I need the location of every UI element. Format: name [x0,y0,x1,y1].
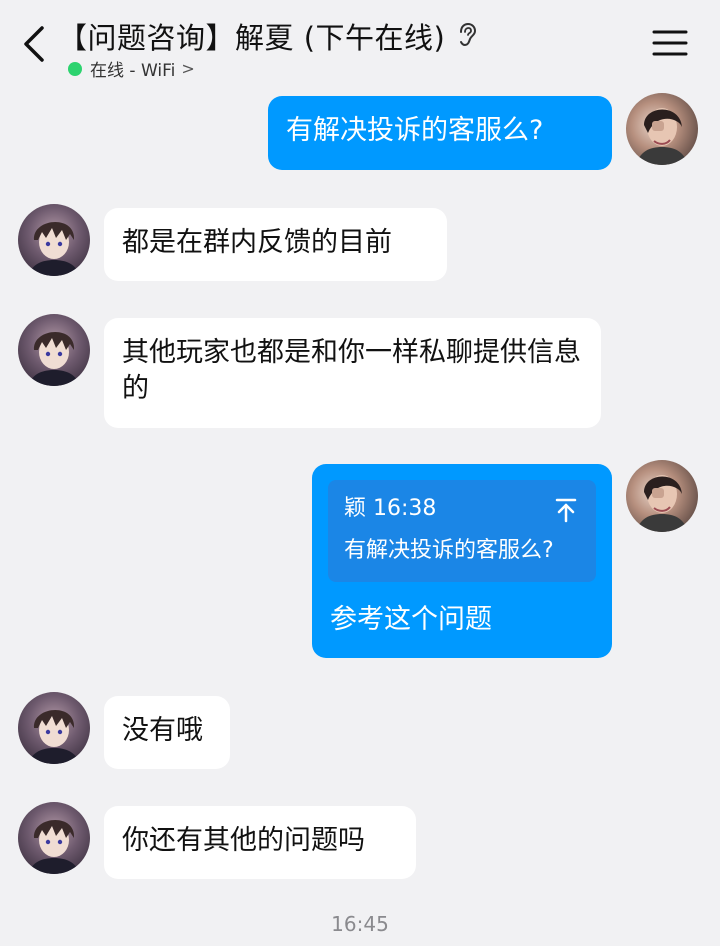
message-text: 都是在群内反馈的目前 [122,227,392,258]
title-row[interactable]: 【问题咨询】解夏 (下午在线) [58,14,479,58]
agent-avatar-image [28,221,80,276]
agent-avatar[interactable] [18,692,90,764]
message-bubble-outgoing[interactable]: 有解决投诉的客服么? [268,96,612,170]
message-text: 没有哦 [122,715,203,746]
user-avatar-image [636,108,688,165]
message-text: 有解决投诉的客服么? [286,115,544,146]
user-avatar[interactable] [626,460,698,532]
agent-avatar-image [28,331,80,386]
quoted-author: 颖 [344,496,367,521]
menu-button[interactable] [648,26,692,60]
presence-status[interactable]: 在线 - WiFi > [68,56,195,81]
jump-to-message-icon[interactable] [552,496,580,524]
chat-header: 【问题咨询】解夏 (下午在线) 在线 - WiFi > [0,0,720,90]
quoted-message-header: 颖 16:38 [344,494,436,524]
chat-title[interactable]: 【问题咨询】解夏 (下午在线) [58,15,445,57]
agent-avatar[interactable] [18,314,90,386]
ear-icon[interactable] [455,21,479,51]
chevron-left-icon[interactable] [16,22,56,66]
message-bubble-incoming[interactable]: 你还有其他的问题吗 [104,806,416,879]
agent-avatar[interactable] [18,204,90,276]
message-text: 你还有其他的问题吗 [122,825,365,856]
message-bubble-incoming[interactable]: 其他玩家也都是和你一样私聊提供信息的 [104,318,601,428]
message-text: 其他玩家也都是和你一样私聊提供信息的 [122,337,581,404]
online-status-dot [68,61,82,76]
status-text: 在线 - WiFi [90,61,176,81]
user-avatar[interactable] [626,93,698,165]
user-avatar-image [636,475,688,532]
agent-avatar-image [28,709,80,764]
message-bubble-incoming[interactable]: 都是在群内反馈的目前 [104,208,447,281]
back-button[interactable] [16,22,56,66]
agent-avatar-image [28,819,80,874]
status-chevron: > [181,59,195,78]
message-timestamp: 16:45 [331,912,389,936]
chat-screen: 【问题咨询】解夏 (下午在线) 在线 - WiFi > 有解决投诉的客服么? 都… [0,0,720,946]
hamburger-menu-icon[interactable] [648,26,692,60]
quoted-message[interactable]: 颖 16:38 有解决投诉的客服么? [328,480,596,582]
message-text: 参考这个问题 [330,604,492,635]
quoted-time: 16:38 [373,496,437,521]
quoted-text: 有解决投诉的客服么? [344,538,554,563]
message-bubble-incoming[interactable]: 没有哦 [104,696,230,769]
agent-avatar[interactable] [18,802,90,874]
message-bubble-outgoing-quoted[interactable]: 颖 16:38 有解决投诉的客服么? 参考这个问题 [312,464,612,658]
